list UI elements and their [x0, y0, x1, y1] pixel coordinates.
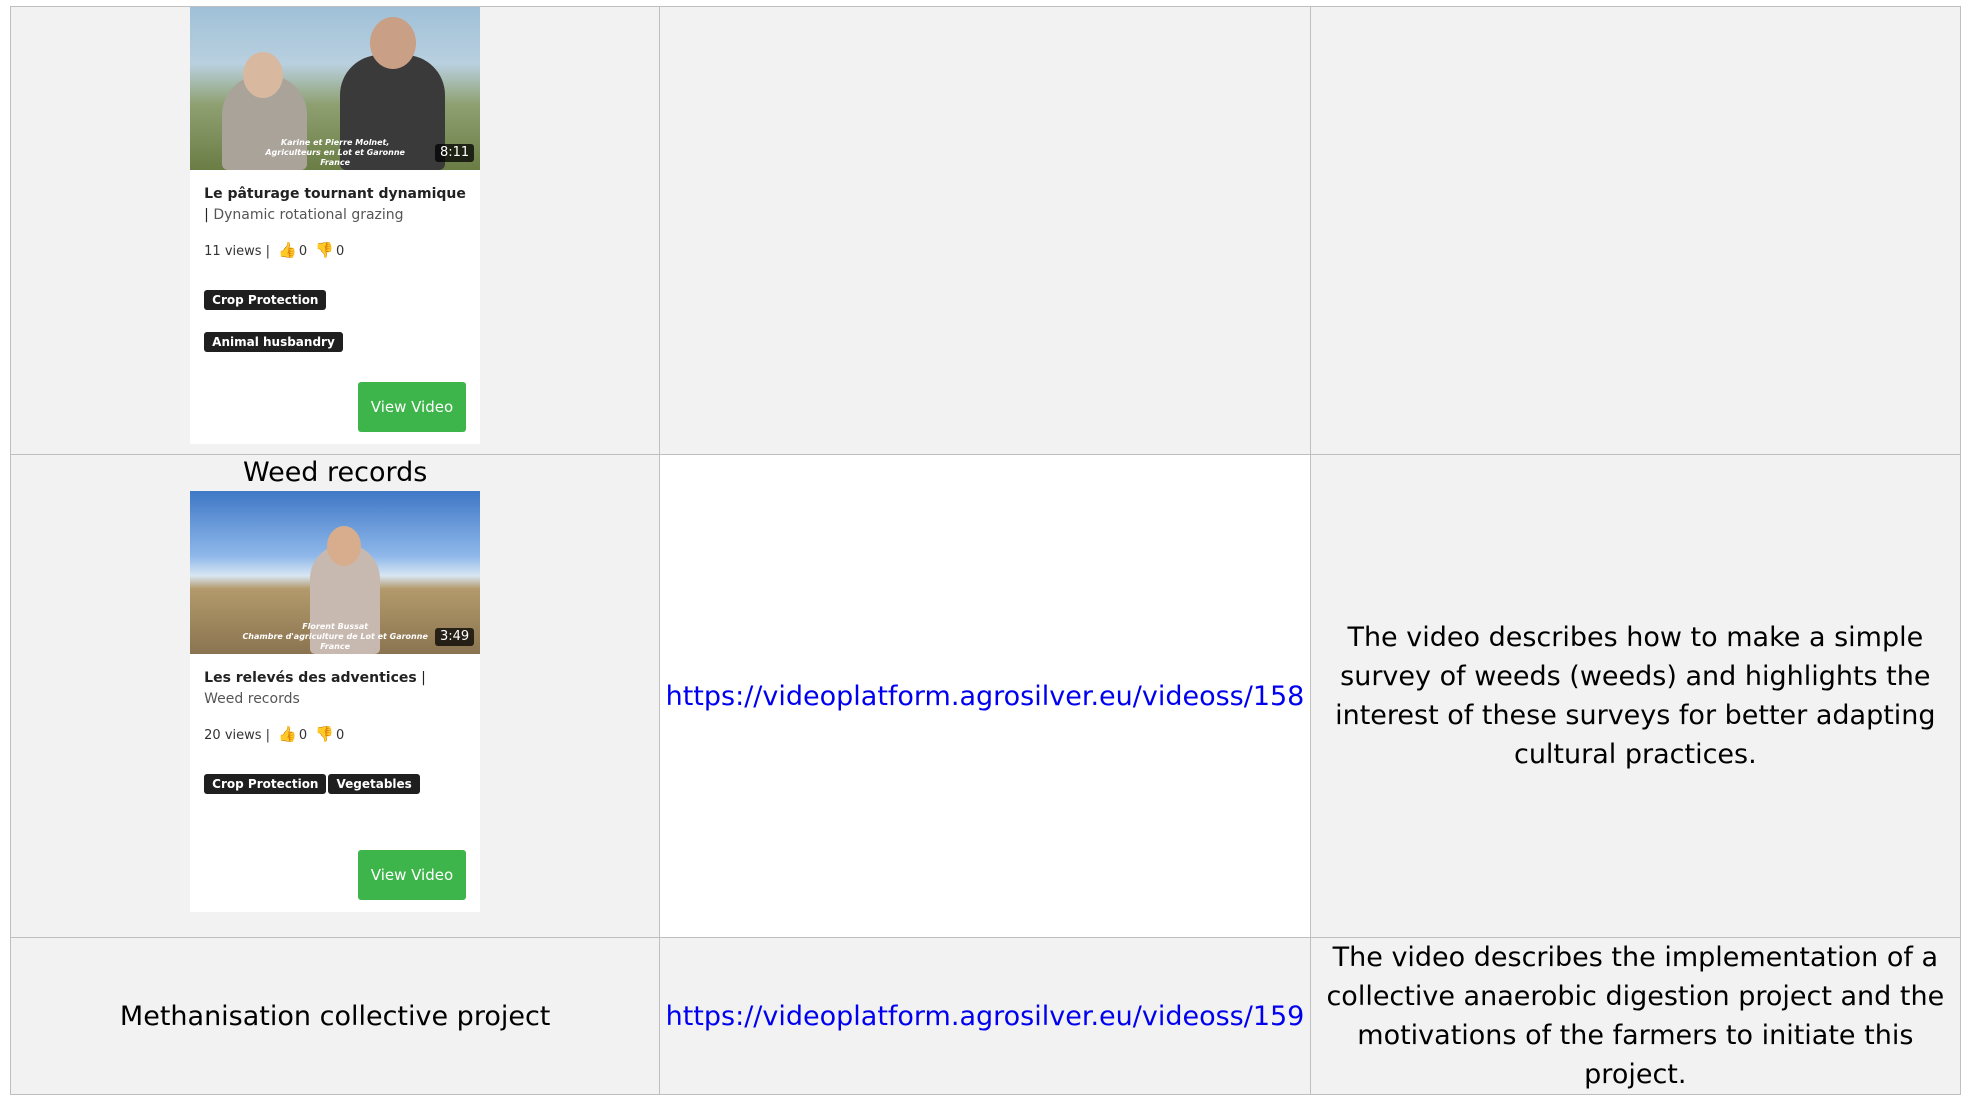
thumbs-up-icon[interactable]: 👍: [278, 725, 297, 743]
table-cell: https://videoplatform.agrosilver.eu/vide…: [659, 937, 1311, 1095]
table-cell: [1309, 6, 1962, 455]
view-count: 20 views: [204, 728, 262, 743]
video-duration: 8:11: [434, 144, 475, 162]
table-row: Karine et Pierre Molnet, Agriculteurs en…: [9, 6, 1962, 455]
dislike-count: 0: [336, 728, 345, 743]
video-description: The video describes how to make a simple…: [1335, 622, 1936, 770]
video-title[interactable]: Le pâturage tournant dynamique | Dynamic…: [204, 184, 466, 226]
video-title[interactable]: Les relevés des adventices | Weed record…: [204, 668, 466, 710]
video-thumbnail[interactable]: Florent Bussat Chambre d'agriculture de …: [190, 491, 481, 654]
like-count: 0: [298, 728, 308, 743]
tag[interactable]: Crop Protection: [204, 290, 327, 310]
table-cell: The video describes how to make a simple…: [1309, 454, 1962, 938]
tag[interactable]: Animal husbandry: [204, 332, 343, 352]
video-link[interactable]: https://videoplatform.agrosilver.eu/vide…: [666, 681, 1305, 712]
video-stats: 20 views | 👍 0 👎 0: [204, 725, 345, 743]
head-shape: [243, 52, 284, 98]
table-cell: https://videoplatform.agrosilver.eu/vide…: [659, 454, 1311, 938]
video-heading: Methanisation collective project: [119, 1000, 551, 1032]
thumbnail-caption: Florent Bussat Chambre d'agriculture de …: [242, 622, 428, 651]
table-cell: Methanisation collective project: [9, 937, 661, 1095]
video-stats: 11 views | 👍 0 👎 0: [204, 241, 345, 259]
video-duration: 3:49: [434, 628, 475, 646]
video-description: The video describes the implementation o…: [1326, 942, 1945, 1090]
video-link[interactable]: https://videoplatform.agrosilver.eu/vide…: [666, 1001, 1305, 1032]
view-video-button[interactable]: View Video: [357, 850, 467, 900]
video-heading: Weed records: [242, 457, 428, 488]
dislike-count: 0: [336, 244, 345, 259]
video-card: Florent Bussat Chambre d'agriculture de …: [190, 491, 481, 912]
tag[interactable]: Crop Protection: [204, 774, 327, 794]
thumbnail-caption: Karine et Pierre Molnet, Agriculteurs en…: [265, 138, 405, 167]
table-row: Weed records Florent Bussat Chambre d'ag…: [9, 454, 1962, 938]
table-row: Methanisation collective project https:/…: [9, 937, 1962, 1095]
like-count: 0: [298, 244, 308, 259]
video-card: Karine et Pierre Molnet, Agriculteurs en…: [190, 7, 481, 444]
tag[interactable]: Vegetables: [328, 774, 420, 794]
document-table: Karine et Pierre Molnet, Agriculteurs en…: [9, 6, 1962, 1095]
table-cell: Karine et Pierre Molnet, Agriculteurs en…: [9, 6, 661, 455]
head-shape: [327, 526, 362, 566]
table-cell: The video describes the implementation o…: [1309, 937, 1962, 1095]
view-count: 11 views: [204, 244, 262, 259]
head-shape: [370, 17, 417, 69]
thumbs-down-icon[interactable]: 👎: [315, 241, 334, 259]
table-cell: [659, 6, 1311, 455]
video-thumbnail[interactable]: Karine et Pierre Molnet, Agriculteurs en…: [190, 7, 481, 170]
view-video-button[interactable]: View Video: [357, 382, 467, 432]
tag-list: Crop Protection Animal husbandry: [204, 276, 466, 360]
table-cell: Weed records Florent Bussat Chambre d'ag…: [9, 454, 661, 938]
thumbs-down-icon[interactable]: 👎: [315, 725, 334, 743]
tag-list: Crop Protection Vegetables: [204, 760, 466, 802]
thumbs-up-icon[interactable]: 👍: [278, 241, 297, 259]
